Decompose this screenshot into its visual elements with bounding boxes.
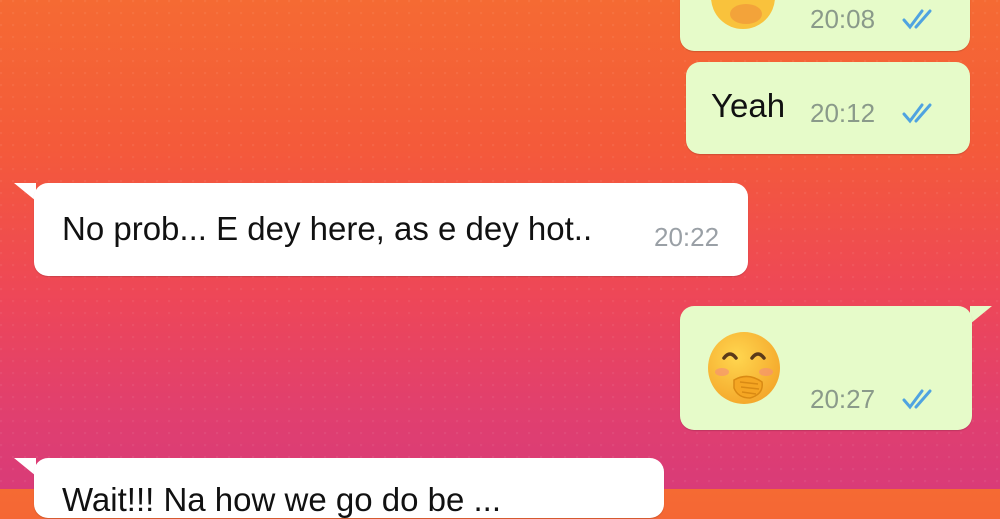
message-text: Wait!!! Na how we go do be ... <box>62 481 501 518</box>
read-receipt-icon <box>902 9 932 30</box>
bubble-tail <box>970 306 992 324</box>
message-text: No prob... E dey here, as e dey hot.. <box>62 210 593 247</box>
bubble-tail <box>14 458 36 476</box>
message-bubble-outgoing[interactable]: Yeah 20:12 <box>686 62 970 154</box>
message-time: 20:22 <box>654 222 720 252</box>
message-bubble-outgoing[interactable]: 20:08 <box>680 0 970 51</box>
read-receipt-icon <box>902 103 932 124</box>
message-bubble-outgoing[interactable]: 20:27 <box>680 306 972 430</box>
message-time: 20:08 <box>810 4 876 34</box>
hand-over-mouth-face-icon <box>708 332 780 404</box>
message-time: 20:12 <box>810 98 876 128</box>
message-bubble-incoming[interactable]: Wait!!! Na how we go do be ... <box>34 458 664 518</box>
bubble-tail <box>14 183 36 201</box>
hand-over-mouth-face-icon <box>711 0 775 29</box>
message-bubble-incoming[interactable]: No prob... E dey here, as e dey hot.. 20… <box>34 183 748 276</box>
message-time: 20:27 <box>810 384 876 414</box>
message-text: Yeah <box>711 87 786 124</box>
read-receipt-icon <box>902 389 932 410</box>
